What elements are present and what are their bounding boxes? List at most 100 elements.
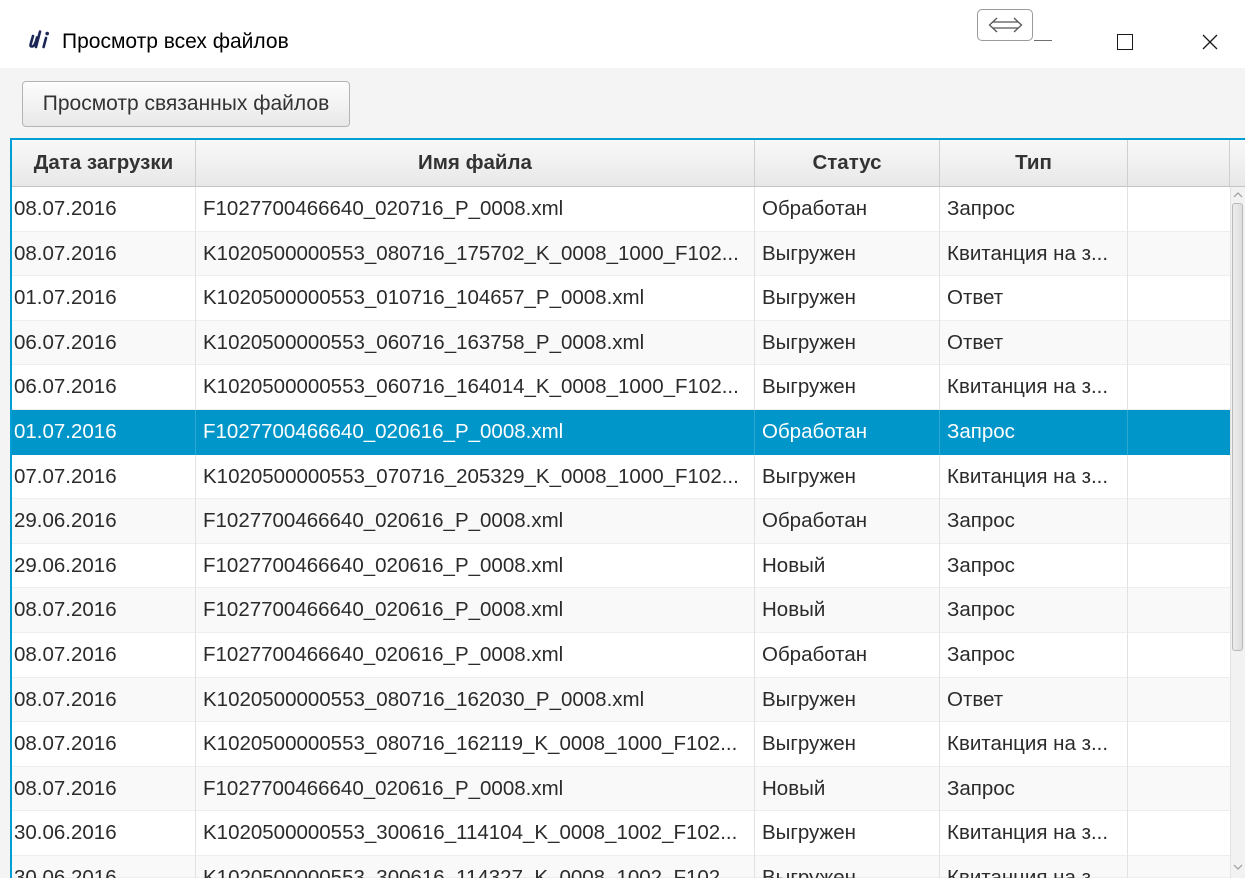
cell-type: Квитанция на з... (940, 855, 1128, 878)
title-bar[interactable]: Просмотр всех файлов (0, 0, 1245, 68)
table-row[interactable]: 01.07.2016 K1020500000553_010716_104657_P… (12, 276, 1230, 321)
cell-upload-date: 08.07.2016 (12, 677, 196, 723)
scrollbar-thumb[interactable] (1232, 203, 1243, 652)
cell-filler (1128, 321, 1230, 366)
cell-file-name: F1027700466640_020616_P_0008.xml (196, 409, 755, 455)
cell-file-name: K1020500000553_010716_104657_P_0008.xml (196, 276, 755, 321)
cell-filler (1128, 499, 1230, 544)
cell-type: Запрос (940, 409, 1128, 455)
app-logo-icon (27, 30, 53, 50)
table-header: Дата загрузки Имя файла Статус Тип (12, 140, 1245, 187)
cell-filler (1128, 365, 1230, 410)
cell-type: Запрос (940, 187, 1128, 232)
table-row[interactable]: 01.07.2016 F1027700466640_020616_P_0008.x… (12, 409, 1230, 455)
cell-status: Обработан (755, 409, 940, 455)
window-title: Просмотр всех файлов (62, 30, 289, 53)
column-header-file-name[interactable]: Имя файла (196, 140, 755, 186)
cell-status: Новый (755, 766, 940, 812)
cell-upload-date: 07.07.2016 (12, 454, 196, 500)
cell-type: Ответ (940, 276, 1128, 321)
cell-filler (1128, 811, 1230, 856)
cell-type: Квитанция на з... (940, 231, 1128, 277)
cell-upload-date: 08.07.2016 (12, 766, 196, 812)
table-row[interactable]: 06.07.2016 K1020500000553_060716_164014_K… (12, 365, 1230, 410)
cell-type: Квитанция на з... (940, 811, 1128, 856)
cell-file-name: K1020500000553_080716_162030_P_0008.xml (196, 677, 755, 723)
cell-file-name: K1020500000553_300616_114104_K_0008_1002… (196, 811, 755, 856)
cell-upload-date: 29.06.2016 (12, 543, 196, 589)
maximize-icon (1117, 34, 1133, 50)
cell-file-name: F1027700466640_020716_P_0008.xml (196, 187, 755, 232)
minimize-button[interactable] (1033, 0, 1079, 68)
cell-filler (1128, 722, 1230, 767)
cell-status: Выгружен (755, 276, 940, 321)
table-row[interactable]: 08.07.2016 K1020500000553_080716_162119_K… (12, 722, 1230, 767)
table-row[interactable]: 08.07.2016 F1027700466640_020616_P_0008.x… (12, 588, 1230, 633)
table-row[interactable]: 08.07.2016 K1020500000553_080716_175702_K… (12, 231, 1230, 277)
cell-type: Запрос (940, 588, 1128, 633)
cell-filler (1128, 276, 1230, 321)
scrollbar-track[interactable] (1231, 203, 1245, 862)
cell-filler (1128, 678, 1230, 723)
cell-filler (1128, 455, 1230, 500)
maximize-button[interactable] (1079, 0, 1171, 68)
column-header-status[interactable]: Статус (755, 140, 940, 186)
table-row[interactable]: 08.07.2016 F1027700466640_020716_P_0008.x… (12, 187, 1230, 232)
cell-upload-date: 30.06.2016 (12, 855, 196, 878)
table-row[interactable]: 08.07.2016 K1020500000553_080716_162030_P… (12, 677, 1230, 723)
cell-file-name: K1020500000553_080716_175702_K_0008_1000… (196, 231, 755, 277)
cell-type: Запрос (940, 766, 1128, 812)
scroll-down-arrow-icon[interactable] (1233, 864, 1243, 870)
cell-status: Обработан (755, 632, 940, 678)
cell-type: Ответ (940, 320, 1128, 366)
view-related-files-button[interactable]: Просмотр связанных файлов (22, 81, 350, 127)
close-button[interactable] (1171, 0, 1245, 68)
cell-type: Запрос (940, 632, 1128, 678)
header-corner (1230, 140, 1245, 186)
cell-file-name: F1027700466640_020616_P_0008.xml (196, 499, 755, 544)
cell-upload-date: 01.07.2016 (12, 276, 196, 321)
resize-toggle-button[interactable] (977, 9, 1033, 41)
table-row[interactable]: 08.07.2016 F1027700466640_020616_P_0008.x… (12, 766, 1230, 812)
table-row[interactable]: 08.07.2016 F1027700466640_020616_P_0008.x… (12, 632, 1230, 678)
table-row[interactable]: 30.06.2016 K1020500000553_300616_114327_K… (12, 855, 1230, 878)
cell-status: Новый (755, 588, 940, 633)
cell-status: Новый (755, 543, 940, 589)
cell-status: Выгружен (755, 454, 940, 500)
cell-filler (1128, 410, 1230, 455)
table-row[interactable]: 06.07.2016 K1020500000553_060716_163758_P… (12, 320, 1230, 366)
cell-upload-date: 30.06.2016 (12, 811, 196, 856)
cell-status: Обработан (755, 499, 940, 544)
cell-type: Ответ (940, 677, 1128, 723)
cell-file-name: F1027700466640_020616_P_0008.xml (196, 588, 755, 633)
cell-type: Квитанция на з... (940, 454, 1128, 500)
cell-type: Квитанция на з... (940, 365, 1128, 410)
vertical-scrollbar[interactable] (1230, 187, 1245, 878)
close-icon (1202, 34, 1218, 50)
cell-status: Выгружен (755, 677, 940, 723)
cell-upload-date: 29.06.2016 (12, 499, 196, 544)
cell-upload-date: 06.07.2016 (12, 365, 196, 410)
cell-upload-date: 08.07.2016 (12, 187, 196, 232)
table-row[interactable]: 30.06.2016 K1020500000553_300616_114104_K… (12, 811, 1230, 856)
table-body: 08.07.2016 F1027700466640_020716_P_0008.x… (12, 187, 1230, 878)
cell-upload-date: 08.07.2016 (12, 632, 196, 678)
cell-file-name: K1020500000553_070716_205329_K_0008_1000… (196, 454, 755, 500)
column-header-type[interactable]: Тип (940, 140, 1128, 186)
minimize-icon (1034, 40, 1052, 41)
cell-status: Выгружен (755, 231, 940, 277)
column-header-filler (1128, 140, 1230, 186)
cell-file-name: K1020500000553_060716_164014_K_0008_1000… (196, 365, 755, 410)
cell-upload-date: 08.07.2016 (12, 588, 196, 633)
column-header-upload-date[interactable]: Дата загрузки (12, 140, 196, 186)
table-row[interactable]: 29.06.2016 F1027700466640_020616_P_0008.x… (12, 499, 1230, 544)
table-row[interactable]: 29.06.2016 F1027700466640_020616_P_0008.x… (12, 543, 1230, 589)
cell-filler (1128, 544, 1230, 589)
scroll-up-arrow-icon[interactable] (1233, 192, 1243, 198)
cell-upload-date: 08.07.2016 (12, 722, 196, 767)
cell-filler (1128, 767, 1230, 812)
cell-filler (1128, 633, 1230, 678)
table-row[interactable]: 07.07.2016 K1020500000553_070716_205329_K… (12, 454, 1230, 500)
cell-status: Выгружен (755, 365, 940, 410)
files-table[interactable]: Дата загрузки Имя файла Статус Тип 08.07… (10, 138, 1245, 878)
